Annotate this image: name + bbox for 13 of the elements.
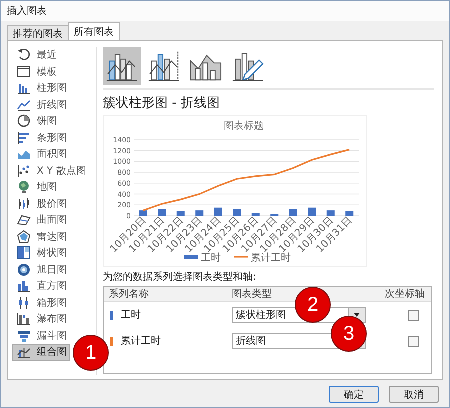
legend-item: 工时	[184, 253, 221, 264]
column-header: 次坐标轴	[384, 288, 426, 301]
series-prompt: 为您的数据系列选择图表类型和轴:	[103, 270, 258, 284]
column-header: 系列名称	[108, 288, 150, 301]
series-name: 工时	[121, 308, 141, 322]
window-title: 插入图表	[7, 4, 47, 18]
column-header: 图表类型	[232, 288, 273, 301]
legend-label: 工时	[201, 252, 221, 264]
legend-label: 累计工时	[251, 252, 291, 264]
chart-title: 图表标题	[224, 121, 264, 132]
chart-type-heading: 簇状柱形图 - 折线图	[103, 95, 221, 112]
legend-item: 累计工时	[234, 253, 291, 264]
series-name: 累计工时	[121, 334, 161, 348]
